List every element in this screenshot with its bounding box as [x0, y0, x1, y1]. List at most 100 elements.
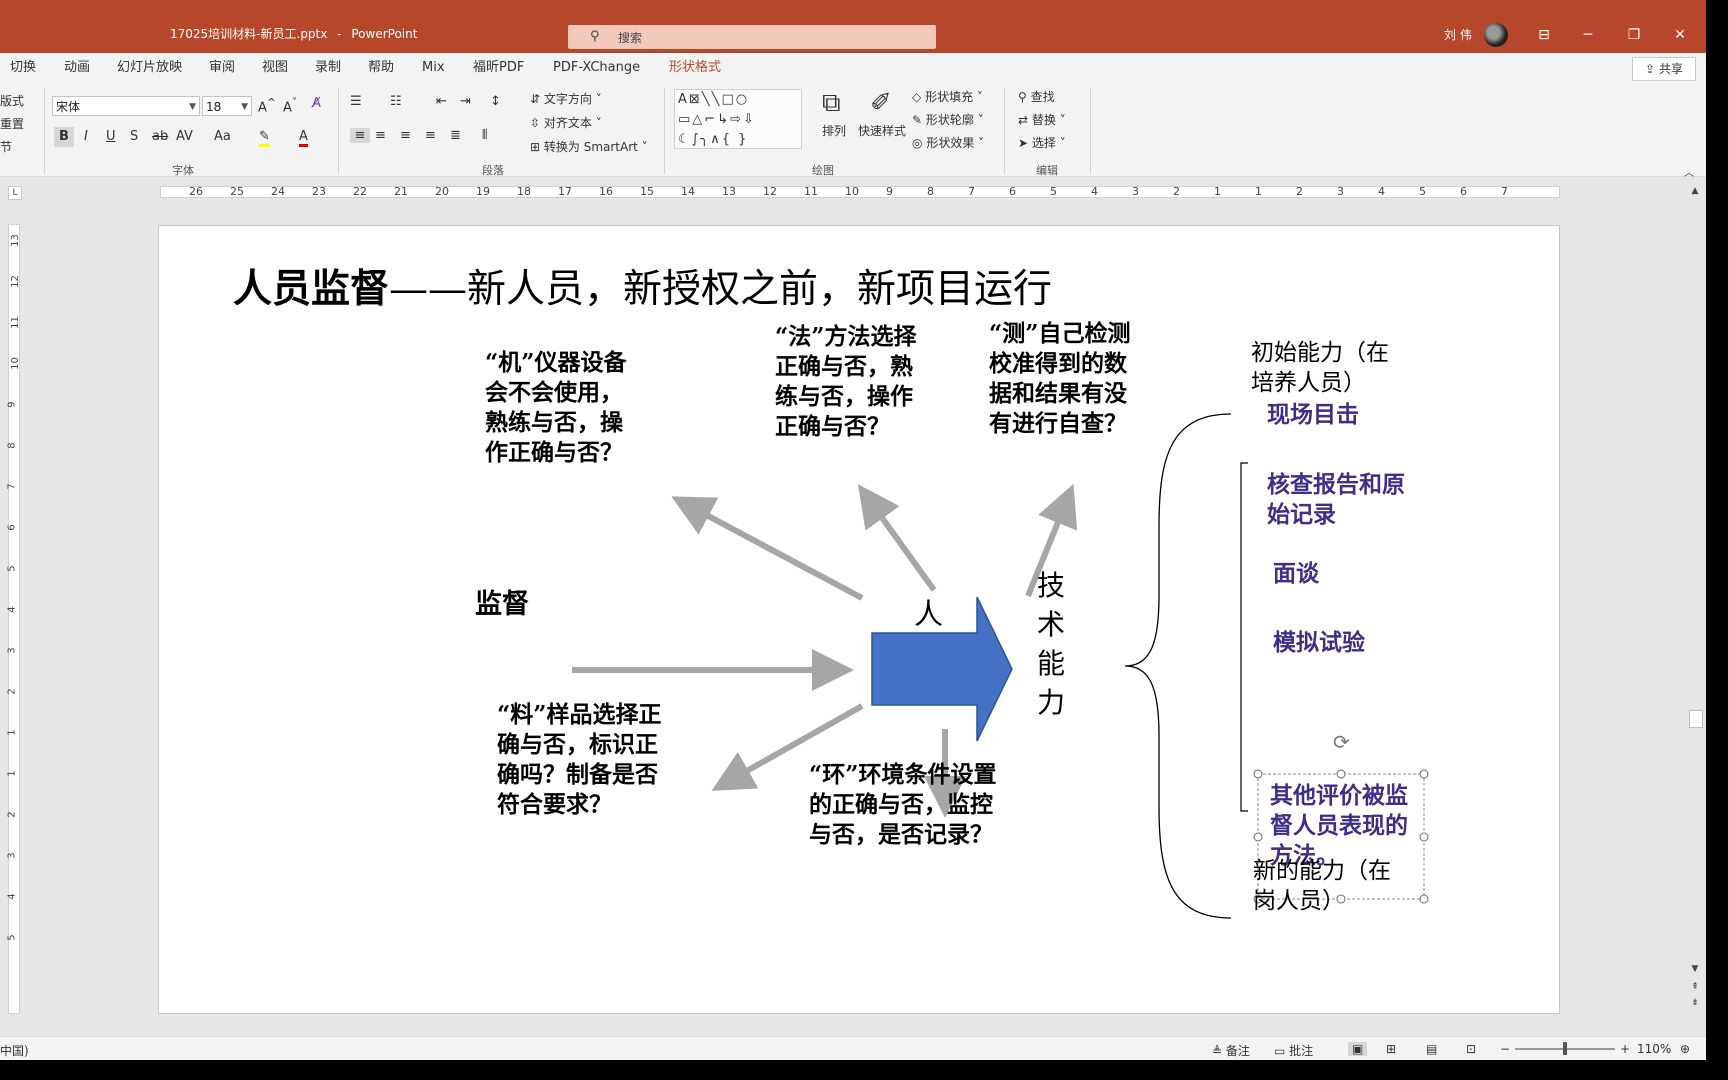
decrease-indent-icon[interactable]: ⇤ — [436, 94, 447, 109]
search-box[interactable]: ⚲ 搜索 — [568, 25, 936, 49]
italic-icon[interactable]: I — [84, 129, 88, 144]
notes-button[interactable]: ≜ 备注 — [1212, 1042, 1250, 1059]
smartart-button[interactable]: ⊞ 转换为 SmartArt ˅ — [530, 138, 648, 155]
distributed-icon[interactable]: ≣ — [450, 128, 461, 143]
close-icon[interactable]: ✕ — [1666, 23, 1694, 47]
slide-title[interactable]: 人员监督——新人员，新授权之前，新项目运行 — [233, 258, 1052, 314]
zoom-slider-thumb[interactable] — [1563, 1042, 1567, 1055]
fa-textbox[interactable]: “法”方法选择正确与否，熟练与否，操作正确与否？ — [775, 322, 925, 442]
ribbon-display-icon[interactable]: ⊟ — [1530, 23, 1558, 47]
tab-help[interactable]: 帮助 — [368, 53, 394, 82]
shrink-font-icon[interactable]: Aˇ — [283, 96, 297, 115]
font-name-select[interactable]: 宋体 ▼ — [52, 96, 200, 116]
next-slide-icon[interactable]: ⇟ — [1688, 998, 1702, 1008]
tab-shape-format[interactable]: 形状格式 — [669, 53, 721, 82]
share-button[interactable]: ⇪ 共享 — [1632, 57, 1696, 81]
avatar[interactable] — [1484, 23, 1508, 47]
method-simulation[interactable]: 模拟试验 — [1273, 628, 1365, 658]
tab-record[interactable]: 录制 — [315, 53, 341, 82]
method-interview[interactable]: 面谈 — [1273, 559, 1319, 589]
slide-canvas[interactable]: ⟳ 人员监督——新人员，新授权之前，新项目运行 “机”仪器设备会不会使用，熟练与… — [158, 225, 1560, 1014]
scroll-down-icon[interactable]: ▼ — [1688, 964, 1702, 974]
tab-review[interactable]: 审阅 — [209, 53, 235, 82]
horizontal-ruler[interactable]: 26 25 24 23 22 21 20 19 18 17 16 15 14 13 12 11 10 9 8 7 6 5 4… — [160, 185, 1560, 198]
highlight-icon[interactable]: ✎ — [259, 129, 270, 147]
scroll-up-icon[interactable]: ▲ — [1688, 186, 1702, 196]
ji-textbox[interactable]: “机”仪器设备会不会使用，熟练与否，操作正确与否？ — [485, 348, 637, 468]
text-direction-button[interactable]: ⇵ 文字方向 ˅ — [530, 90, 602, 107]
justify-icon[interactable]: ≡ — [425, 128, 436, 143]
align-left-icon[interactable]: ≡ — [350, 128, 370, 143]
replace-button[interactable]: ⇄ 替换 ˅ — [1018, 111, 1066, 128]
layout-button[interactable]: 版式 — [0, 92, 24, 109]
fit-slide-icon[interactable]: ⊕ — [1680, 1042, 1690, 1056]
char-spacing-icon[interactable]: AV — [176, 129, 193, 144]
slideshow-icon[interactable]: ⊡ — [1466, 1042, 1476, 1056]
columns-icon[interactable]: ⫴ — [482, 128, 487, 143]
huan-textbox[interactable]: “环”环境条件设置的正确与否，监控与否，是否记录？ — [809, 760, 1009, 850]
rotate-handle-icon[interactable]: ⟳ — [1333, 730, 1350, 754]
prev-slide-icon[interactable]: ⇞ — [1688, 982, 1702, 992]
underline-icon[interactable]: U — [106, 129, 116, 144]
numbering-icon[interactable]: ☷ — [390, 94, 402, 109]
normal-view-icon[interactable]: ▣ — [1348, 1042, 1368, 1056]
shape-gallery[interactable]: A⊠╲╲□○ ▭△⌐↳⇨⇩ ☾∫╮∧{ } — [674, 89, 802, 149]
quick-styles-label[interactable]: 快速样式 — [858, 122, 906, 139]
increase-indent-icon[interactable]: ⇥ — [460, 94, 471, 109]
zoom-in-icon[interactable]: + — [1620, 1042, 1630, 1056]
vertical-ruler[interactable]: 13 12 11 10 9 8 7 6 5 4 3 2 1 1 2 3 4 5 — [7, 224, 21, 1014]
method-check-reports[interactable]: 核查报告和原始记录 — [1267, 470, 1407, 530]
find-button[interactable]: ⚲ 查找 — [1018, 88, 1055, 105]
tech-ability-label[interactable]: 技术能力 — [1037, 566, 1073, 722]
method-onsite-witness[interactable]: 现场目击 — [1267, 400, 1367, 430]
arrange-label[interactable]: 排列 — [822, 122, 846, 139]
grow-font-icon[interactable]: A^ — [258, 96, 276, 115]
align-right-icon[interactable]: ≡ — [400, 128, 411, 143]
section-button[interactable]: 节 — [0, 138, 12, 155]
zoom-level[interactable]: 110% — [1637, 1042, 1671, 1056]
arrange-icon[interactable]: ⧉ — [822, 88, 841, 119]
change-case-icon[interactable]: Aa — [214, 129, 231, 144]
tab-transitions[interactable]: 切换 — [10, 53, 36, 82]
bold-icon[interactable]: B — [54, 127, 74, 147]
bullets-icon[interactable]: ☰ — [350, 94, 362, 109]
reset-button[interactable]: 重置 — [0, 115, 24, 132]
shape-effects-button[interactable]: ◎ 形状效果 ˅ — [912, 134, 984, 151]
tab-foxit-pdf[interactable]: 福昕PDF — [473, 53, 524, 82]
zoom-out-icon[interactable]: − — [1500, 1042, 1510, 1056]
align-text-button[interactable]: ⇳ 对齐文本 ˅ — [530, 114, 602, 131]
comments-button[interactable]: ▭ 批注 — [1274, 1042, 1313, 1059]
font-color-icon[interactable]: A — [299, 129, 308, 147]
tab-pdf-xchange[interactable]: PDF-XChange — [553, 53, 640, 82]
new-ability-label[interactable]: 新的能力（在岗人员） — [1253, 856, 1413, 916]
tab-stop-icon[interactable]: L — [8, 186, 22, 200]
language-status[interactable]: 中国) — [0, 1042, 29, 1059]
ce-textbox[interactable]: “测”自己检测校准得到的数据和结果有没有进行自查？ — [989, 319, 1139, 439]
shadow-icon[interactable]: S — [130, 129, 138, 144]
tab-view[interactable]: 视图 — [262, 53, 288, 82]
initial-ability-label[interactable]: 初始能力（在培养人员） — [1251, 338, 1411, 398]
vertical-scrollbar[interactable]: ▲ ▼ ⇞ ⇟ — [1688, 184, 1703, 1014]
align-center-icon[interactable]: ≡ — [375, 128, 386, 143]
line-spacing-icon[interactable]: ↕ — [490, 94, 501, 109]
strikethrough-icon[interactable]: ab — [152, 129, 168, 144]
user-name[interactable]: 刘 伟 — [1444, 26, 1472, 43]
tab-animations[interactable]: 动画 — [64, 53, 90, 82]
select-button[interactable]: ➤ 选择 ˅ — [1018, 134, 1066, 151]
jiandu-label[interactable]: 监督 — [475, 590, 529, 620]
slide-sorter-icon[interactable]: ⊞ — [1386, 1042, 1396, 1056]
shape-fill-button[interactable]: ◇ 形状填充 ˅ — [912, 88, 983, 105]
quick-styles-icon[interactable]: ✐ — [870, 88, 892, 118]
minimize-icon[interactable]: ─ — [1574, 23, 1602, 47]
tab-mix[interactable]: Mix — [422, 53, 445, 82]
reading-view-icon[interactable]: ▤ — [1426, 1042, 1437, 1056]
shape-outline-button[interactable]: ✎ 形状轮廓 ˅ — [912, 111, 984, 128]
font-size-select[interactable]: 18 ▼ — [202, 96, 252, 116]
tab-slideshow[interactable]: 幻灯片放映 — [117, 53, 182, 82]
clear-format-icon[interactable]: A̸ — [312, 96, 321, 111]
liao-textbox[interactable]: “料”样品选择正确与否，标识正确吗？制备是否符合要求？ — [497, 700, 677, 820]
collapse-ribbon-icon[interactable]: ︿ — [1684, 164, 1694, 179]
scroll-thumb[interactable] — [1689, 710, 1703, 728]
restore-icon[interactable]: ❐ — [1620, 23, 1648, 47]
person-label[interactable]: 人 — [914, 594, 943, 634]
